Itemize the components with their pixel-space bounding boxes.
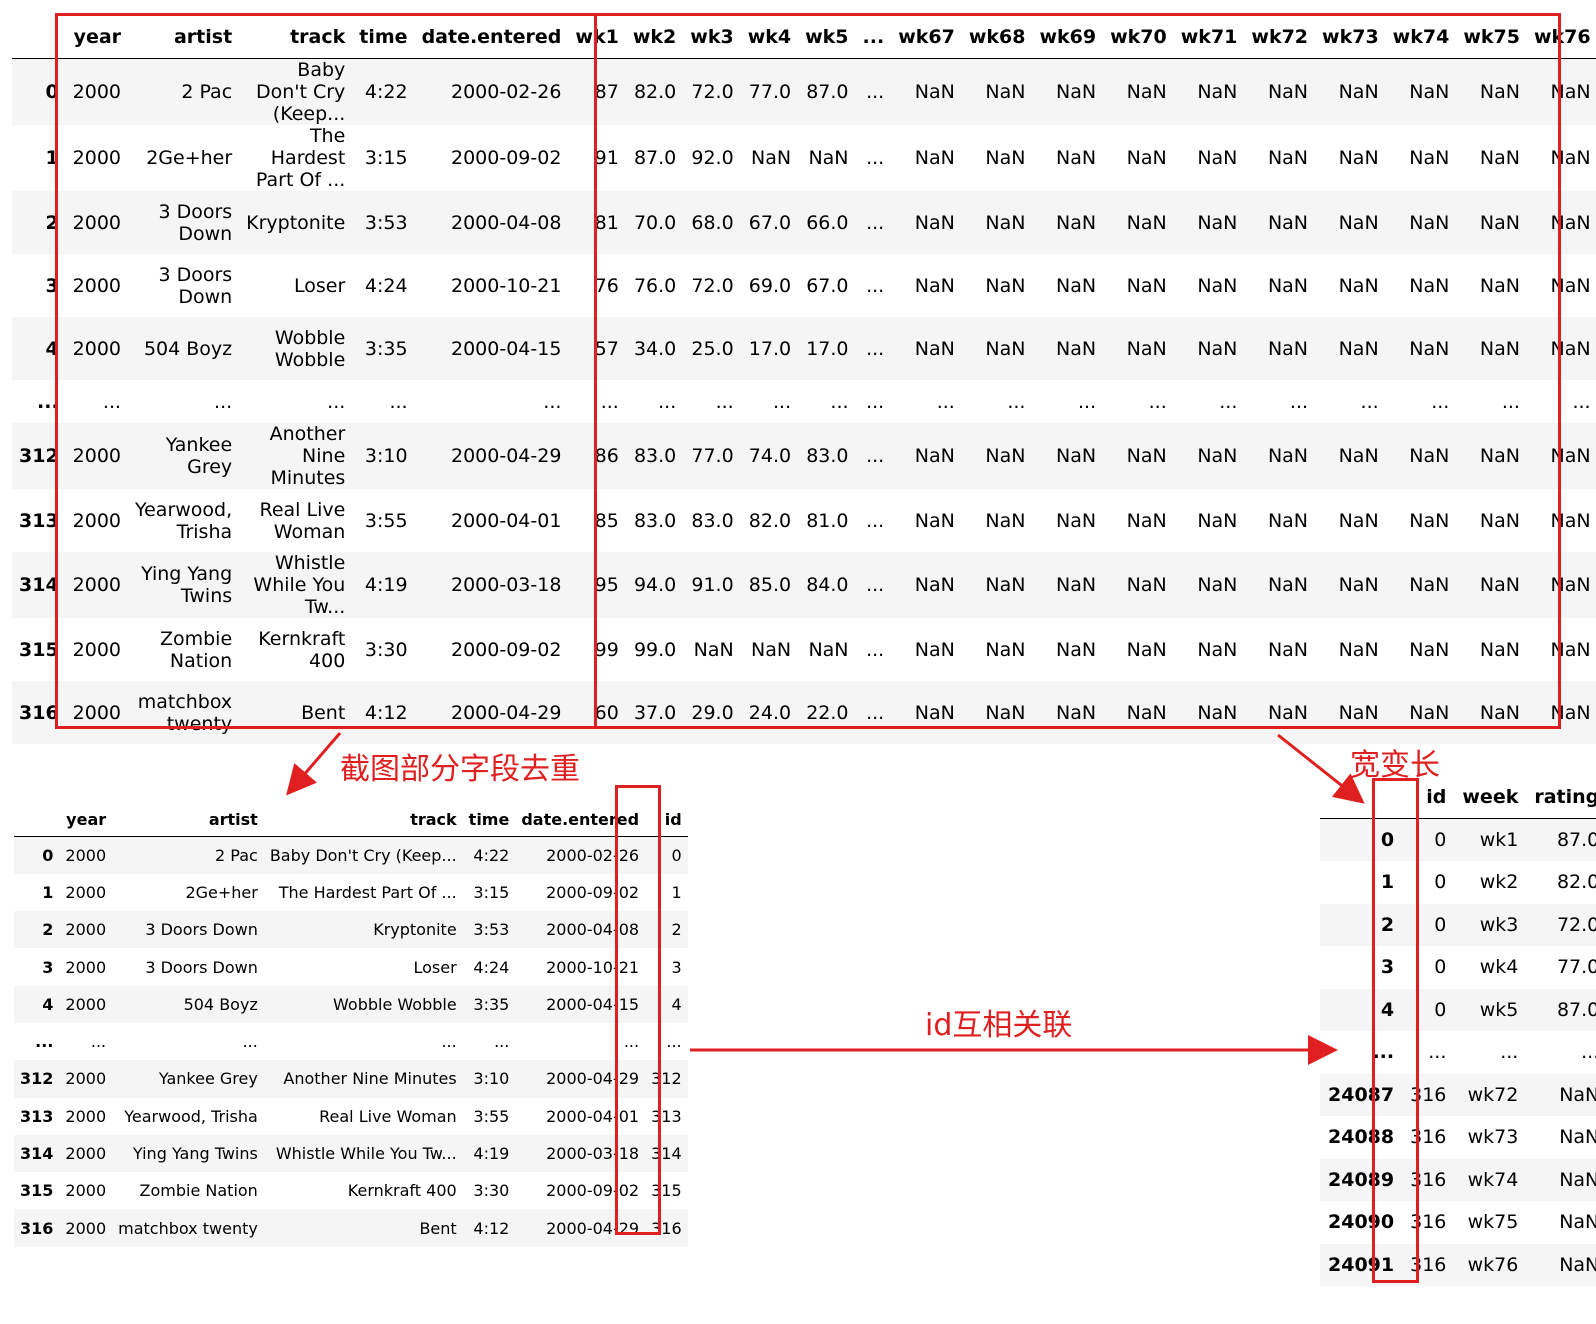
arrows <box>286 732 1365 1065</box>
wide-to-long-annotation: 宽变长 <box>1350 748 1440 783</box>
dedup-annotation: 截图部分字段去重 <box>340 752 580 787</box>
dedup-arrow <box>286 732 342 796</box>
wide-to-long-arrow <box>1277 733 1365 804</box>
id-link-annotation: id互相关联 <box>925 1008 1073 1043</box>
